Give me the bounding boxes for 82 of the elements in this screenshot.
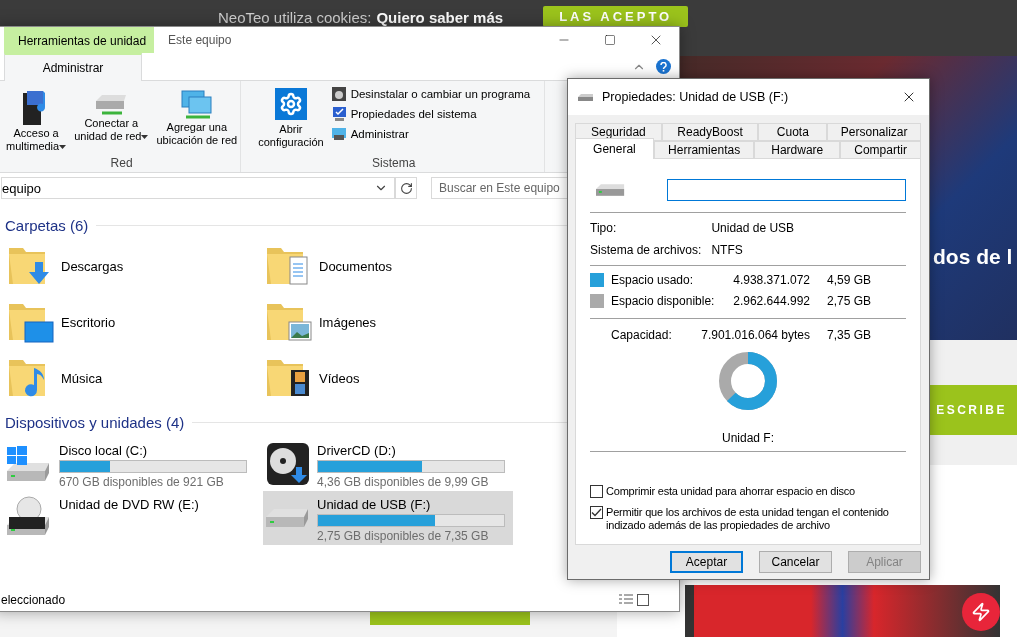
settings-icon	[273, 87, 308, 123]
cookie-link[interactable]: Quiero saber más	[376, 9, 504, 26]
usage-label: Espacio usado:	[611, 273, 695, 287]
capacity-size: 7,35 GB	[826, 328, 873, 342]
usage-bytes: 4.938.371.072	[732, 273, 810, 287]
info-label: Tipo:	[590, 221, 618, 235]
folder-name[interactable]: Documentos	[319, 258, 392, 274]
lightning-icon	[971, 602, 991, 622]
ribbon-tab[interactable]: Administrar	[4, 53, 142, 81]
free-space-text: 2,75 GB disponibles de 7,35 GB	[317, 529, 490, 543]
folder-name[interactable]: Vídeos	[319, 370, 360, 386]
section-heading[interactable]: Carpetas (6)	[5, 217, 89, 234]
ribbon-button[interactable]: Acceso a multimedia	[3, 85, 70, 155]
drive-item[interactable]: Disco local (C:) 670 GB disponibles de 921 GB	[5, 437, 255, 491]
monitor-check-icon	[330, 106, 347, 122]
drive-name-field[interactable]	[667, 179, 906, 201]
folder-name[interactable]: Música	[61, 370, 103, 386]
dialog-tab[interactable]: ReadyBoost	[661, 123, 759, 141]
ribbon-group-label: Red	[110, 156, 133, 172]
address-field[interactable]: equipo	[1, 177, 395, 199]
window-title: Este equipo	[167, 32, 233, 49]
usage-size: 2,75 GB	[826, 294, 873, 308]
checkbox[interactable]	[590, 506, 603, 519]
ribbon-group-label: Sistema	[372, 156, 416, 172]
dialog-tab[interactable]: Cuota	[758, 123, 828, 141]
tiles-view-icon[interactable]	[637, 594, 649, 606]
drive-item[interactable]: Unidad de USB (F:) 2,75 GB disponibles de 7,35 GB	[263, 491, 513, 545]
checkbox[interactable]	[590, 485, 603, 498]
contextual-tab-header: Herramientas de unidad	[4, 27, 155, 53]
drive-icon	[265, 508, 309, 528]
caret-icon	[59, 144, 67, 149]
free-space-text: 4,36 GB disponibles de 9,99 GB	[317, 475, 490, 489]
checkbox-label: Permitir que los archivos de esta unidad tengan el contenido indizado además de las propiedades de archivo	[606, 506, 890, 532]
drive-label: Unidad F:	[722, 430, 774, 447]
dialog-tab[interactable]: Hardware	[754, 141, 841, 159]
info-value: NTFS	[711, 243, 744, 257]
capacity-bytes: 7.901.016.064 bytes	[700, 328, 810, 342]
folder-name[interactable]: Escritorio	[61, 314, 116, 330]
drive-name: Unidad de USB (F:)	[317, 497, 432, 512]
dialog-tab[interactable]: Compartir	[840, 141, 921, 159]
dialog-tab[interactable]: Herramientas	[653, 141, 755, 159]
dialog-tab[interactable]: Seguridad	[575, 123, 662, 141]
program-icon	[330, 86, 347, 102]
usage-size: 4,59 GB	[826, 273, 873, 287]
usage-label: Espacio disponible:	[611, 294, 716, 308]
dialog-title: Propiedades: Unidad de USB (F:)	[602, 90, 790, 104]
network-location-icon	[179, 87, 214, 121]
drive-name: Unidad de DVD RW (E:)	[59, 497, 199, 512]
drive-icon	[596, 183, 626, 197]
usage-donut	[718, 351, 778, 411]
computer-icon	[330, 126, 347, 142]
dialog-button[interactable]: Cancelar	[759, 551, 832, 573]
dialog-button[interactable]: Aceptar	[670, 551, 743, 573]
drive-name: DriverCD (D:)	[317, 443, 397, 458]
caret-icon	[141, 134, 149, 139]
ribbon-button[interactable]: Conectar a unidad de red	[71, 85, 152, 145]
headline-text: dos de l	[933, 245, 1013, 269]
dialog-tab[interactable]: General	[575, 138, 654, 159]
maximize-icon	[604, 34, 616, 46]
drive-item[interactable]: Unidad de DVD RW (E:)	[5, 491, 255, 545]
drive-icon	[578, 93, 594, 101]
refresh-button[interactable]	[395, 177, 417, 199]
status-text: eleccionado	[1, 593, 67, 607]
free-space-text: 670 GB disponibles de 921 GB	[59, 475, 225, 489]
folder-name[interactable]: Imágenes	[319, 314, 377, 330]
checkbox-label: Comprimir esta unidad para ahorrar espacio en disco	[606, 485, 856, 498]
drive-item[interactable]: DriverCD (D:) 4,36 GB disponibles de 9,99 GB	[263, 437, 513, 491]
drive-name: Disco local (C:)	[59, 443, 149, 458]
cookie-notice: NeoTeo utiliza cookies: Quiero saber más	[218, 9, 504, 26]
info-value: Unidad de USB	[711, 221, 796, 235]
ribbon-small-button[interactable]: Propiedades del sistema	[328, 105, 533, 123]
folder-name[interactable]: Descargas	[61, 258, 124, 274]
section-heading[interactable]: Dispositivos y unidades (4)	[5, 414, 185, 431]
dialog-tab[interactable]: Personalizar	[827, 123, 921, 141]
refresh-icon	[399, 181, 413, 195]
capacity-label: Capacidad:	[611, 328, 673, 342]
ribbon-small-button[interactable]: Desinstalar o cambiar un programa	[328, 85, 533, 103]
help-icon	[656, 59, 671, 74]
usage-bytes: 2.962.644.992	[732, 294, 810, 308]
ribbon-small-button[interactable]: Administrar	[328, 125, 533, 143]
ribbon-button[interactable]: Agregar una ubicación de red	[153, 85, 241, 149]
info-label: Sistema de archivos:	[590, 243, 703, 257]
